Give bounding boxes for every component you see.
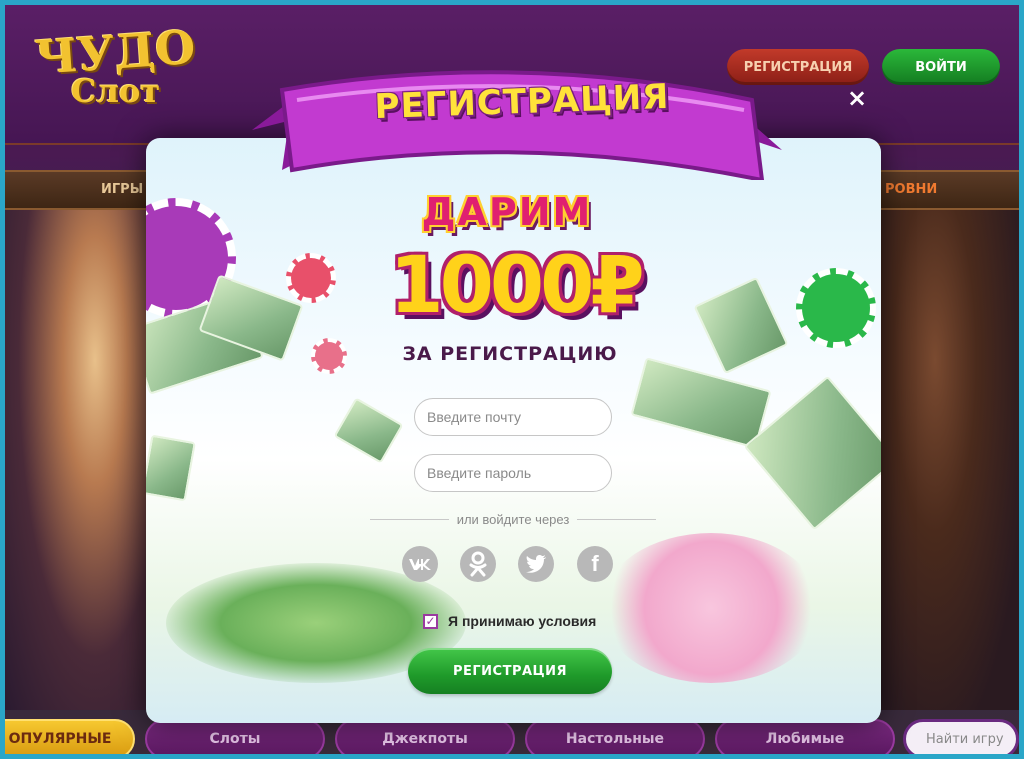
- register-submit-button[interactable]: РЕГИСТРАЦИЯ: [408, 648, 612, 694]
- terms-checkbox[interactable]: ✓: [423, 613, 438, 629]
- divider-text: или войдите через: [456, 511, 570, 527]
- tab-jackpots[interactable]: Джекпоты: [335, 719, 515, 754]
- game-search-input[interactable]: Найти игру: [903, 719, 1019, 754]
- social-divider: или войдите через: [370, 510, 657, 528]
- facebook-icon[interactable]: f: [577, 546, 613, 582]
- logo-line1: ЧУДО: [33, 19, 198, 85]
- tab-popular[interactable]: ОПУЛЯРНЫЕ: [5, 719, 135, 754]
- banknote-icon: [693, 276, 789, 375]
- banknote-icon: [333, 397, 404, 464]
- vk-icon[interactable]: [402, 546, 438, 582]
- blossom-tree-decoration: [601, 533, 821, 683]
- header-login-button[interactable]: ВОЙТИ: [882, 49, 1000, 85]
- casino-chip-icon: [796, 268, 876, 348]
- background-character-left: [5, 210, 155, 710]
- tab-slots[interactable]: Слоты: [145, 719, 325, 754]
- divider-line: [370, 518, 449, 520]
- terms-label[interactable]: Я принимаю условия: [448, 613, 596, 629]
- banknote-icon: [630, 357, 772, 449]
- casino-chip-icon: [286, 253, 336, 303]
- terms-row: ✓ Я принимаю условия: [423, 611, 596, 631]
- promo-bottom-text: ЗА РЕГИСТРАЦИЮ: [402, 343, 618, 365]
- casino-chip-icon: [311, 338, 347, 374]
- divider-line: [577, 518, 657, 520]
- email-field[interactable]: [414, 398, 612, 436]
- category-tabs: ОПУЛЯРНЫЕ Слоты Джекпоты Настольные Люби…: [5, 719, 1019, 754]
- tab-table-games[interactable]: Настольные: [525, 719, 705, 754]
- promo-amount: 1000₽: [389, 241, 644, 331]
- nav-item-levels[interactable]: РОВНИ: [885, 182, 937, 197]
- password-field[interactable]: [414, 454, 612, 492]
- site-logo[interactable]: ЧУДО Слот: [33, 20, 205, 129]
- odnoklassniki-icon[interactable]: [460, 546, 496, 582]
- promo-top-text: ДАРИМ: [421, 190, 593, 234]
- banknote-icon: [146, 434, 196, 502]
- twitter-icon[interactable]: [518, 546, 554, 582]
- nav-item-games[interactable]: ИГРЫ: [101, 182, 143, 197]
- background-character-right: [879, 210, 1019, 710]
- close-icon[interactable]: ×: [845, 86, 869, 110]
- tab-favorites[interactable]: Любимые: [715, 719, 895, 754]
